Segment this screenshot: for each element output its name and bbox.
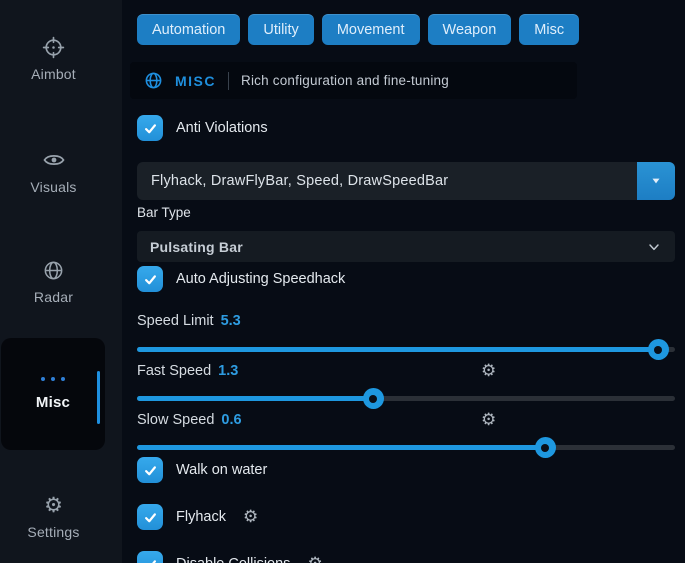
slow-speed-gear-icon[interactable]: ⚙ <box>481 410 496 430</box>
tab-misc[interactable]: Misc <box>519 14 579 45</box>
check-icon <box>143 272 158 287</box>
bar-type-label: Bar Type <box>137 205 191 220</box>
chevron-down-icon <box>646 239 662 255</box>
slider-fill <box>137 396 374 401</box>
section-header: MISC Rich configuration and fine-tuning <box>130 62 577 99</box>
fast-speed-value: 1.3 <box>218 363 238 379</box>
gear-icon: ⚙ <box>41 492 67 518</box>
speed-limit-label: Speed Limit <box>137 313 214 329</box>
fast-speed-labelrow: Fast Speed 1.3 ⚙ <box>137 361 660 381</box>
eye-icon <box>41 147 67 173</box>
sidebar-item-label: Settings <box>27 524 79 540</box>
flyhack-label: Flyhack <box>176 509 226 525</box>
speed-limit-value: 5.3 <box>221 313 241 329</box>
tab-automation[interactable]: Automation <box>137 14 240 45</box>
slider-fill <box>137 445 546 450</box>
walk-on-water-checkbox[interactable] <box>137 457 163 483</box>
sidebar-item-label: Visuals <box>30 179 76 195</box>
tab-movement[interactable]: Movement <box>322 14 420 45</box>
section-title: MISC <box>175 73 216 89</box>
sidebar-item-radar[interactable]: Radar <box>0 257 107 305</box>
slider-fill <box>137 347 659 352</box>
sidebar-item-label: Misc <box>36 394 70 411</box>
disable-collisions-label: Disable Collisions <box>176 556 290 563</box>
sidebar-item-aimbot[interactable]: Aimbot <box>0 34 107 82</box>
flyhack-row: Flyhack ⚙ <box>137 504 258 530</box>
speed-limit-slider[interactable] <box>137 339 675 360</box>
sidebar-item-visuals[interactable]: Visuals <box>0 147 107 195</box>
flyhack-checkbox[interactable] <box>137 504 163 530</box>
disable-collisions-checkbox[interactable] <box>137 551 163 563</box>
check-icon <box>143 510 158 525</box>
fast-speed-slider[interactable] <box>137 388 675 409</box>
slider-handle[interactable] <box>363 388 384 409</box>
bar-multiselect-value: Flyhack, DrawFlyBar, Speed, DrawSpeedBar <box>137 173 637 189</box>
anti-violations-label: Anti Violations <box>176 120 268 136</box>
category-tabs: Automation Utility Movement Weapon Misc <box>137 14 579 45</box>
tab-utility[interactable]: Utility <box>248 14 313 45</box>
flyhack-gear-icon[interactable]: ⚙ <box>243 507 258 527</box>
main-panel: Automation Utility Movement Weapon Misc … <box>122 0 685 563</box>
bar-type-dropdown[interactable]: Pulsating Bar <box>137 231 675 262</box>
slow-speed-slider[interactable] <box>137 437 675 458</box>
check-icon <box>143 557 158 563</box>
triangle-down-icon <box>649 174 663 188</box>
slow-speed-value: 0.6 <box>221 412 241 428</box>
sidebar-item-label: Radar <box>34 289 73 305</box>
check-icon <box>143 463 158 478</box>
check-icon <box>143 121 158 136</box>
section-description: Rich configuration and fine-tuning <box>241 73 449 88</box>
auto-adjusting-label: Auto Adjusting Speedhack <box>176 271 345 287</box>
fast-speed-gear-icon[interactable]: ⚙ <box>481 361 496 381</box>
app-window: Aimbot Visuals Radar Mi <box>0 0 685 563</box>
disable-collisions-row: Disable Collisions ⚙ <box>137 551 323 563</box>
auto-adjusting-checkbox[interactable] <box>137 266 163 292</box>
slider-handle[interactable] <box>535 437 556 458</box>
disable-collisions-gear-icon[interactable]: ⚙ <box>307 554 322 563</box>
fast-speed-label: Fast Speed <box>137 363 211 379</box>
walk-on-water-label: Walk on water <box>176 462 267 478</box>
bar-multiselect[interactable]: Flyhack, DrawFlyBar, Speed, DrawSpeedBar <box>137 162 675 200</box>
header-divider <box>228 72 229 90</box>
sidebar-item-misc[interactable]: Misc <box>1 338 105 450</box>
globe-icon <box>41 257 67 283</box>
slow-speed-label: Slow Speed <box>137 412 214 428</box>
speed-limit-labelrow: Speed Limit 5.3 <box>137 311 660 331</box>
slow-speed-labelrow: Slow Speed 0.6 ⚙ <box>137 410 660 430</box>
bar-type-value: Pulsating Bar <box>150 239 243 255</box>
multiselect-dropdown-button[interactable] <box>637 162 675 200</box>
auto-adjusting-row: Auto Adjusting Speedhack <box>137 266 345 292</box>
walk-on-water-row: Walk on water <box>137 457 267 483</box>
sidebar-item-settings[interactable]: ⚙ Settings <box>0 492 107 540</box>
tab-weapon[interactable]: Weapon <box>428 14 512 45</box>
slider-handle[interactable] <box>648 339 669 360</box>
sidebar: Aimbot Visuals Radar Mi <box>0 0 122 563</box>
ellipsis-icon <box>41 377 65 381</box>
anti-violations-row: Anti Violations <box>137 115 268 141</box>
anti-violations-checkbox[interactable] <box>137 115 163 141</box>
globe-icon <box>144 71 163 90</box>
sidebar-item-label: Aimbot <box>31 66 76 82</box>
crosshair-icon <box>41 34 67 60</box>
active-indicator <box>97 371 100 424</box>
